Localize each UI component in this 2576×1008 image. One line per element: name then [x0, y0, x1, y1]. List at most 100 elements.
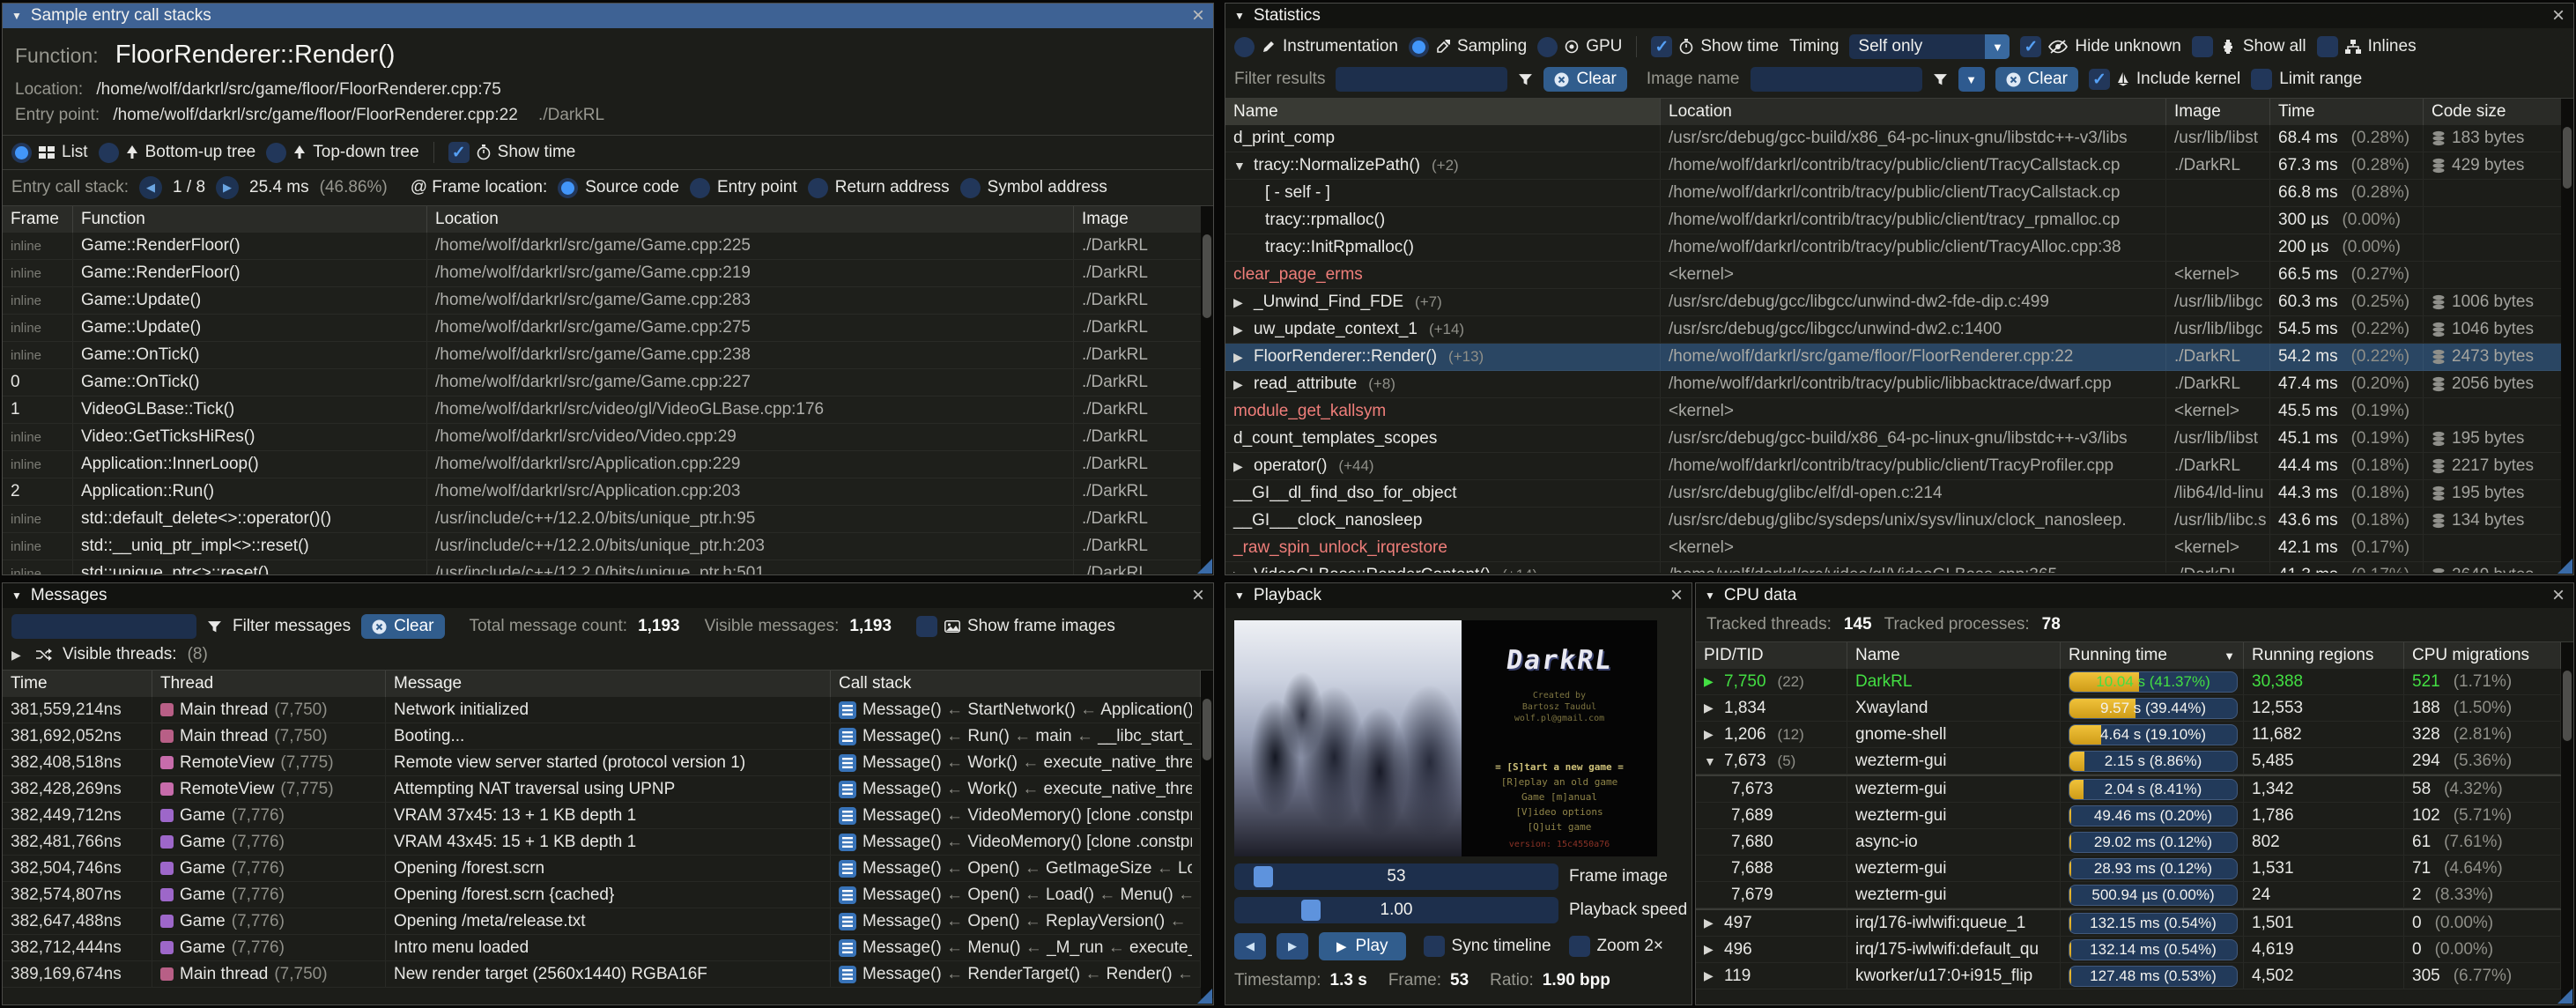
message-row[interactable]: 381,559,214nsMain thread(7,750)Network i…: [3, 697, 1213, 723]
next-stack-button[interactable]: ▶: [216, 176, 239, 199]
column-header[interactable]: Code size: [2424, 99, 2563, 125]
column-header[interactable]: Running time ▼: [2061, 642, 2244, 669]
radio-source-code[interactable]: Source code: [558, 178, 679, 198]
statistics-row[interactable]: ▶operator()(+44)/home/wolf/darkrl/contri…: [1225, 453, 2573, 480]
statistics-row[interactable]: module_get_kallsym<kernel><kernel>45.5 m…: [1225, 398, 2573, 426]
frame-row[interactable]: inlineVideo::GetTicksHiRes()/home/wolf/d…: [3, 424, 1213, 451]
image-name-input[interactable]: [1751, 67, 1922, 92]
expander-icon[interactable]: ▶: [1233, 568, 1247, 574]
playback-speed-slider[interactable]: 1.00: [1234, 897, 1558, 923]
filter-results-input[interactable]: [1336, 67, 1507, 92]
filter-funnel-icon[interactable]: [207, 619, 222, 634]
message-row[interactable]: 382,481,766nsGame(7,776)VRAM 43x45: 15 +…: [3, 829, 1213, 856]
collapse-icon[interactable]: ▼: [11, 10, 22, 22]
close-icon[interactable]: ×: [1670, 587, 1683, 604]
message-row[interactable]: 382,449,712nsGame(7,776)VRAM 37x45: 13 +…: [3, 803, 1213, 829]
message-row[interactable]: 382,647,488nsGame(7,776)Opening /meta/re…: [3, 908, 1213, 935]
statistics-row[interactable]: __GI__dl_find_dso_for_object/usr/src/deb…: [1225, 480, 2573, 508]
cpu-row[interactable]: ▶1,206(12)gnome-shell4.64 s (19.10%)11,6…: [1696, 722, 2573, 748]
collapse-icon[interactable]: ▼: [1705, 589, 1715, 602]
resize-grip[interactable]: [1197, 989, 1212, 1004]
message-callstack-icon[interactable]: [839, 886, 856, 904]
message-row[interactable]: 382,428,269nsRemoteView(7,775)Attempting…: [3, 776, 1213, 803]
message-callstack-icon[interactable]: [839, 913, 856, 930]
scrollbar-thumb[interactable]: [1203, 234, 1211, 318]
column-header[interactable]: Name: [1847, 642, 2061, 669]
sync-timeline-checkbox[interactable]: ✓ Sync timeline: [1424, 936, 1551, 957]
frame-image-slider[interactable]: 53: [1234, 863, 1558, 890]
scrollbar-thumb[interactable]: [1203, 699, 1211, 760]
expander-icon[interactable]: ▼: [1704, 754, 1718, 768]
message-callstack-icon[interactable]: [839, 807, 856, 825]
cpu-row[interactable]: 7,689wezterm-gui49.46 ms (0.20%)1,786102…: [1696, 803, 2573, 829]
frame-row[interactable]: inlineApplication::InnerLoop()/home/wolf…: [3, 451, 1213, 478]
message-row[interactable]: 382,712,444nsGame(7,776)Intro menu loade…: [3, 935, 1213, 961]
collapse-icon[interactable]: ▼: [1234, 10, 1245, 22]
frame-row[interactable]: 1VideoGLBase::Tick()/home/wolf/darkrl/sr…: [3, 397, 1213, 424]
cpu-row[interactable]: 7,688wezterm-gui28.93 ms (0.12%)1,53171(…: [1696, 856, 2573, 882]
show-frame-images-checkbox[interactable]: ✓ Show frame images: [916, 616, 1115, 637]
statistics-row[interactable]: ▶VideoGLBase::RenderContent()(+14)/home/…: [1225, 562, 2573, 573]
radio-return-address[interactable]: Return address: [808, 178, 950, 198]
clear-messages-button[interactable]: Clear: [361, 614, 444, 639]
radio-bottom-up-tree[interactable]: Bottom-up tree: [99, 143, 256, 163]
prev-frame-button[interactable]: ◀: [1234, 933, 1266, 960]
column-header[interactable]: Frame: [3, 206, 73, 233]
message-row[interactable]: 381,692,052nsMain thread(7,750)Booting..…: [3, 723, 1213, 750]
expander-icon[interactable]: ▶: [1233, 295, 1247, 310]
column-header[interactable]: Thread: [152, 671, 386, 697]
hide-unknown-checkbox[interactable]: ✓ Hide unknown: [2020, 36, 2180, 57]
column-header[interactable]: Time: [2270, 99, 2424, 125]
cpu-row[interactable]: 7,679wezterm-gui500.94 µs (0.00%)242(8.3…: [1696, 882, 2573, 908]
frame-row[interactable]: inlinestd::default_delete<>::operator()(…: [3, 506, 1213, 533]
column-header[interactable]: Name: [1225, 99, 1661, 125]
radio-gpu[interactable]: GPU: [1537, 37, 1622, 57]
frame-row[interactable]: inlineGame::RenderFloor()/home/wolf/dark…: [3, 260, 1213, 287]
expander-icon[interactable]: ▶: [1233, 322, 1247, 337]
column-header[interactable]: Message: [386, 671, 831, 697]
message-callstack-icon[interactable]: [839, 834, 856, 851]
play-button[interactable]: ▶ Play: [1319, 932, 1406, 960]
cpu-row[interactable]: ▶496irq/175-iwlwifi:default_qu132.14 ms …: [1696, 937, 2573, 963]
message-callstack-icon[interactable]: [839, 966, 856, 983]
statistics-row[interactable]: ▶_Unwind_Find_FDE(+7)/usr/src/debug/gcc/…: [1225, 289, 2573, 316]
radio-entry-point[interactable]: Entry point: [690, 178, 797, 198]
message-callstack-icon[interactable]: [839, 860, 856, 878]
column-header[interactable]: Call stack: [831, 671, 1201, 697]
radio-list-view[interactable]: List: [11, 143, 88, 163]
statistics-row[interactable]: d_count_templates_scopes/usr/src/debug/g…: [1225, 426, 2573, 453]
next-frame-button[interactable]: ▶: [1277, 933, 1308, 960]
filter-funnel-icon[interactable]: [1518, 72, 1533, 87]
include-kernel-checkbox[interactable]: ✓ Include kernel: [2089, 69, 2240, 90]
show-time-checkbox[interactable]: ✓ Show time: [448, 142, 576, 163]
frame-row[interactable]: 0Game::OnTick()/home/wolf/darkrl/src/gam…: [3, 369, 1213, 397]
filter-funnel-icon[interactable]: [1933, 72, 1948, 87]
close-icon[interactable]: ×: [1192, 587, 1204, 604]
limit-range-checkbox[interactable]: ✓ Limit range: [2251, 69, 2362, 90]
scrollbar-thumb[interactable]: [2563, 127, 2572, 189]
cpu-row[interactable]: ▶7,750(22)DarkRL10.04 s (41.37%)30,38852…: [1696, 669, 2573, 695]
statistics-row[interactable]: clear_page_erms<kernel><kernel>66.5 ms(0…: [1225, 262, 2573, 289]
frame-row[interactable]: inlineGame::RenderFloor()/home/wolf/dark…: [3, 233, 1213, 260]
expander-icon[interactable]: ▶: [1233, 350, 1247, 365]
column-header[interactable]: Location: [1661, 99, 2166, 125]
statistics-row[interactable]: _raw_spin_unlock_irqrestore<kernel><kern…: [1225, 535, 2573, 562]
scrollbar-thumb[interactable]: [2563, 671, 2572, 741]
close-icon[interactable]: ×: [2552, 587, 2565, 604]
message-row[interactable]: 389,169,674nsMain thread(7,750)New rende…: [3, 961, 1213, 988]
statistics-row[interactable]: ▶FloorRenderer::Render()(+13)/home/wolf/…: [1225, 344, 2573, 371]
frame-row[interactable]: inlineGame::Update()/home/wolf/darkrl/sr…: [3, 315, 1213, 342]
cpu-row[interactable]: ▶497irq/176-iwlwifi:queue_1132.15 ms (0.…: [1696, 908, 2573, 937]
frame-row[interactable]: inlinestd::__uniq_ptr_impl<>::reset()/us…: [3, 533, 1213, 560]
message-callstack-icon[interactable]: [839, 781, 856, 798]
column-header[interactable]: Location: [427, 206, 1074, 233]
statistics-row[interactable]: ▼tracy::NormalizePath()(+2)/home/wolf/da…: [1225, 152, 2573, 180]
clear-image-filter-button[interactable]: Clear: [1995, 67, 2078, 92]
timing-combo[interactable]: Self only ▼: [1849, 34, 2010, 59]
column-header[interactable]: PID/TID: [1696, 642, 1847, 669]
radio-top-down-tree[interactable]: Top-down tree: [266, 143, 418, 163]
cpu-row[interactable]: ▶119kworker/u17:0+i915_flip127.48 ms (0.…: [1696, 963, 2573, 989]
statistics-row[interactable]: d_print_comp/usr/src/debug/gcc-build/x86…: [1225, 125, 2573, 152]
cpu-row[interactable]: ▼7,673(5)wezterm-gui2.15 s (8.86%)5,4852…: [1696, 748, 2573, 775]
column-header[interactable]: Function: [73, 206, 427, 233]
